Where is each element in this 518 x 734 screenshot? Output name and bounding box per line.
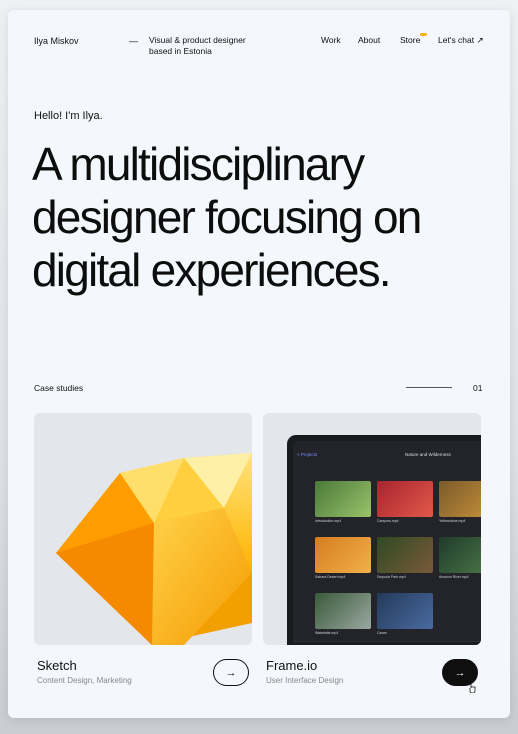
tile-label: Canyons.mp4: [377, 519, 399, 523]
screen-tab-bar: [293, 641, 481, 645]
tile-thumb: [377, 593, 433, 629]
project-title-sketch[interactable]: Sketch: [37, 658, 77, 673]
tile-thumb: [377, 481, 433, 517]
nav-lets-chat[interactable]: Let's chat ↗: [438, 35, 484, 46]
tile-label: Introduction.mp4: [315, 519, 342, 523]
tile-label: Amazon River.mp4: [439, 575, 469, 579]
tile-label: Sequoia Park.mp4: [377, 575, 406, 579]
tile-label: Sahara Desert.mp4: [315, 575, 346, 579]
tagline: Visual & product designer based in Eston…: [149, 35, 246, 56]
sketch-diamond-icon: [56, 453, 252, 645]
project-subtitle-frameio: User Interface Design: [266, 676, 344, 685]
hero-headline: A multidisciplinary designer focusing on…: [32, 138, 422, 296]
nav-work[interactable]: Work: [321, 35, 341, 45]
tile-label: Caves: [377, 631, 387, 635]
nav-about[interactable]: About: [358, 35, 380, 45]
brand-name[interactable]: Ilya Miskov: [34, 36, 79, 46]
tile-thumb: [439, 537, 481, 573]
tablet-mockup: < Projects Nature and Wilderness Introdu…: [287, 435, 481, 645]
tile-label: Waterfalls.mp4: [315, 631, 339, 635]
tile-thumb: [439, 481, 481, 517]
store-badge: [420, 33, 427, 36]
section-number: 01: [473, 383, 483, 393]
tile-thumb: [377, 537, 433, 573]
sketch-thumbnail[interactable]: [34, 413, 252, 645]
tablet-screen: < Projects Nature and Wilderness Introdu…: [293, 441, 481, 645]
tile-label: Yellowstone.mp4: [439, 519, 466, 523]
screen-back-link: < Projects: [297, 452, 318, 457]
project-subtitle-sketch: Content Design, Marketing: [37, 676, 132, 685]
project-title-frameio[interactable]: Frame.io: [266, 658, 317, 673]
tile-thumb: [315, 593, 371, 629]
screen-title: Nature and Wilderness: [405, 452, 451, 457]
tile-thumb: [315, 537, 371, 573]
nav-store[interactable]: Store: [400, 35, 420, 45]
section-label: Case studies: [34, 383, 84, 393]
tile-thumb: [315, 481, 371, 517]
page-card: Ilya Miskov — Visual & product designer …: [8, 10, 510, 718]
greeting: Hello! I'm Ilya.: [34, 110, 103, 122]
hand-cursor-icon: [469, 683, 476, 693]
sketch-open-button[interactable]: →: [213, 659, 249, 686]
frameio-thumbnail[interactable]: < Projects Nature and Wilderness Introdu…: [263, 413, 481, 645]
header-dash: —: [129, 36, 138, 46]
section-divider: [406, 387, 452, 388]
